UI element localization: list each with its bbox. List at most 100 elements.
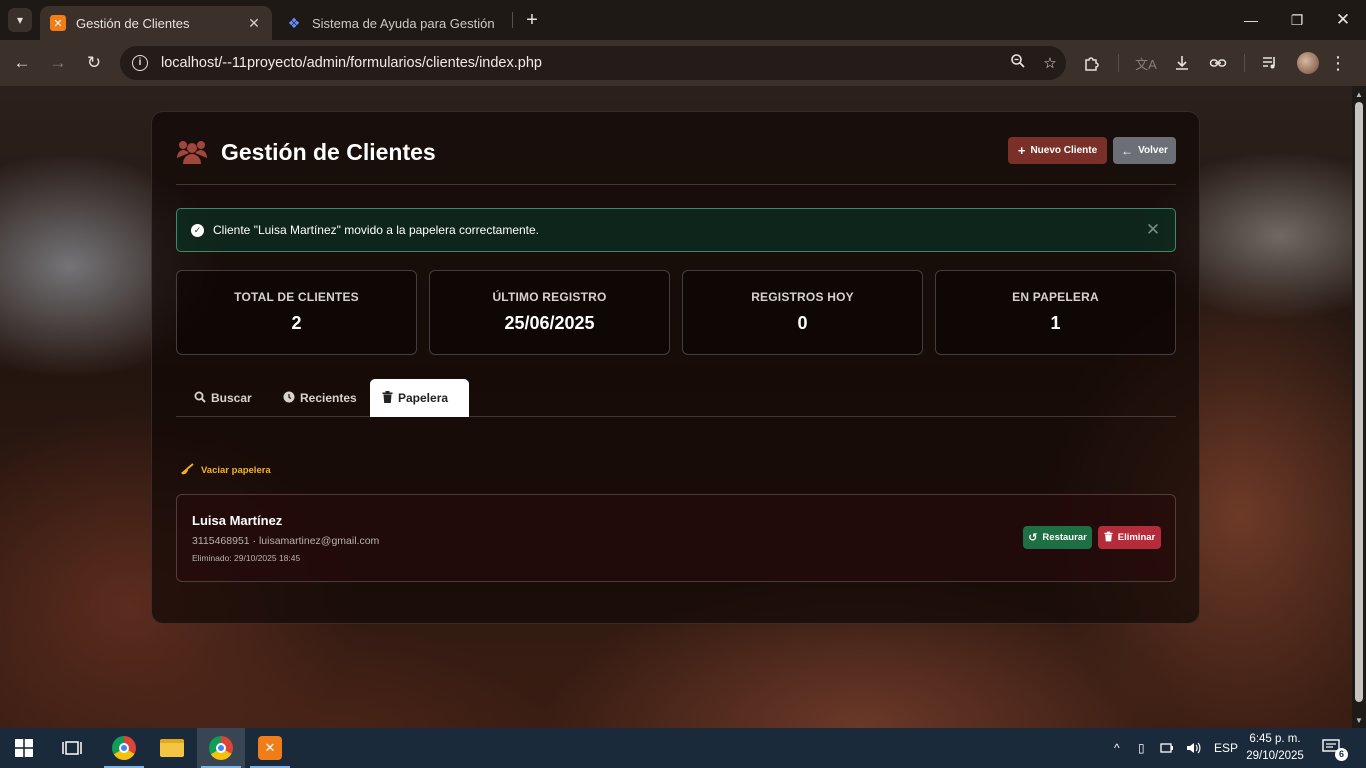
delete-label: Eliminar <box>1117 532 1156 543</box>
tab-label: Papelera <box>398 391 449 405</box>
tab-label: Buscar <box>211 391 252 405</box>
client-contact: 3115468951 · luisamartinez@gmail.com <box>192 535 380 547</box>
clock-date: 29/10/2025 <box>1246 750 1304 762</box>
scrollbar-thumb[interactable] <box>1355 102 1363 702</box>
stat-label: TOTAL DE CLIENTES <box>234 290 359 304</box>
url-text[interactable]: localhost/--11proyecto/admin/formularios… <box>161 55 1002 71</box>
scroll-down-icon[interactable]: ▼ <box>1355 716 1363 725</box>
check-circle-icon: ✓ <box>191 223 204 237</box>
users-icon <box>176 136 208 166</box>
empty-trash-label: Vaciar papelera <box>201 465 271 476</box>
broom-icon <box>180 463 194 478</box>
clock-time: 6:45 p. m. <box>1249 733 1301 745</box>
maximize-button[interactable]: ❐ <box>1274 0 1320 40</box>
page-scrollbar[interactable]: ▲ ▼ <box>1352 86 1366 728</box>
client-name: Luisa Martínez <box>192 513 283 528</box>
restore-label: Restaurar <box>1042 532 1087 543</box>
volume-icon[interactable] <box>1186 728 1202 768</box>
tab-sistema-ayuda[interactable]: ❖ Sistema de Ayuda para Gestión <box>276 6 506 40</box>
toolbar-divider <box>1244 54 1245 72</box>
restore-button[interactable]: ↺ Restaurar <box>1023 526 1092 549</box>
window-close-button[interactable]: ✕ <box>1320 0 1366 40</box>
app-icon: ❖ <box>287 14 301 31</box>
chrome-taskbar-icon[interactable] <box>100 728 148 768</box>
stat-card-last-record: ÚLTIMO REGISTRO 25/06/2025 <box>429 270 670 355</box>
stat-value: 25/06/2025 <box>504 313 595 333</box>
tab-title: Sistema de Ayuda para Gestión <box>312 15 495 31</box>
stat-value: 2 <box>291 313 302 333</box>
new-tab-button[interactable]: + <box>520 8 544 32</box>
stat-label: EN PAPELERA <box>1012 290 1099 304</box>
page-viewport: Gestión de Clientes + Nuevo Cliente ← Vo… <box>0 86 1352 728</box>
tab-gestion-clientes[interactable]: ✕ Gestión de Clientes ✕ <box>40 6 272 40</box>
download-icon[interactable] <box>1170 51 1194 75</box>
file-explorer-icon[interactable] <box>148 728 196 768</box>
close-icon[interactable]: ✕ <box>1145 220 1161 240</box>
close-icon[interactable]: ✕ <box>246 15 262 32</box>
page-title: Gestión de Clientes <box>221 139 436 165</box>
show-hidden-icons[interactable]: ^ <box>1114 728 1120 768</box>
notification-count: 6 <box>1335 748 1348 761</box>
deleted-date: Eliminado: 29/10/2025 18:45 <box>192 553 301 563</box>
success-alert: ✓ Cliente "Luisa Martínez" movido a la p… <box>176 208 1176 252</box>
scroll-up-icon[interactable]: ▲ <box>1355 90 1363 99</box>
back-icon[interactable]: ← <box>10 51 34 75</box>
forward-icon[interactable]: → <box>46 51 70 75</box>
tab-recent[interactable]: Recientes <box>271 379 369 417</box>
alert-message: Cliente "Luisa Martínez" movido a la pap… <box>213 223 540 237</box>
site-info-icon[interactable]: i <box>132 55 148 71</box>
trash-icon <box>382 390 393 406</box>
bookmark-star-icon[interactable]: ☆ <box>1034 54 1066 72</box>
start-button[interactable] <box>0 728 48 768</box>
language-indicator[interactable]: ESP <box>1214 728 1238 768</box>
reload-icon[interactable]: ↻ <box>82 51 106 75</box>
profile-avatar[interactable] <box>1297 52 1319 74</box>
system-clock[interactable]: 6:45 p. m. 29/10/2025 <box>1240 731 1310 765</box>
browser-menu-icon[interactable]: ⋮ <box>1326 51 1350 75</box>
clock-icon <box>283 391 295 406</box>
tab-trash[interactable]: Papelera <box>370 379 469 417</box>
trash-icon <box>1104 531 1113 545</box>
arrow-left-icon: ← <box>1121 143 1134 158</box>
stat-card-today: REGISTROS HOY 0 <box>682 270 923 355</box>
delete-button[interactable]: Eliminar <box>1098 526 1161 549</box>
windows-taskbar: ✕ ^ ▯ ESP 6:45 p. m. 29/10/2025 6 <box>0 728 1366 768</box>
xampp-taskbar-icon[interactable]: ✕ <box>246 728 294 768</box>
tab-search-button[interactable]: ▾ <box>8 8 32 32</box>
new-client-button[interactable]: + Nuevo Cliente <box>1008 137 1107 164</box>
stat-value: 0 <box>797 313 808 333</box>
chrome-active-taskbar-icon[interactable] <box>197 728 245 768</box>
tab-divider <box>512 12 513 28</box>
new-client-label: Nuevo Cliente <box>1030 145 1098 156</box>
zoom-icon[interactable] <box>1002 53 1034 73</box>
header-divider <box>176 184 1176 185</box>
tab-title: Gestión de Clientes <box>76 15 190 31</box>
back-label: Volver <box>1138 145 1168 156</box>
undo-icon: ↺ <box>1028 532 1038 544</box>
network-icon[interactable] <box>1160 728 1176 768</box>
plus-icon: + <box>1017 143 1026 158</box>
media-control-icon[interactable] <box>1258 51 1282 75</box>
stat-card-total: TOTAL DE CLIENTES 2 <box>176 270 417 355</box>
search-icon <box>194 391 206 406</box>
address-bar[interactable]: i localhost/--11proyecto/admin/formulari… <box>120 46 1066 80</box>
translate-icon[interactable]: 文A <box>1134 51 1158 75</box>
trash-list-item: Luisa Martínez 3115468951 · luisamartine… <box>176 494 1176 582</box>
stat-value: 1 <box>1050 313 1061 333</box>
xampp-icon: ✕ <box>50 15 66 31</box>
stat-label: REGISTROS HOY <box>751 290 854 304</box>
extensions-icon[interactable] <box>1080 51 1104 75</box>
tablet-icon[interactable]: ▯ <box>1138 728 1145 768</box>
minimize-button[interactable]: — <box>1228 0 1274 40</box>
task-view-icon[interactable] <box>48 728 96 768</box>
tab-search[interactable]: Buscar <box>182 379 264 417</box>
tab-label: Recientes <box>300 391 357 405</box>
browser-tab-bar: ▾ ✕ Gestión de Clientes ✕ ❖ Sistema de A… <box>0 0 1366 40</box>
tabs-divider <box>176 416 1176 417</box>
browser-toolbar: ← → ↻ i localhost/--11proyecto/admin/for… <box>0 40 1366 86</box>
link-icon[interactable] <box>1206 51 1230 75</box>
notification-center[interactable]: 6 <box>1322 739 1348 761</box>
clients-panel: Gestión de Clientes + Nuevo Cliente ← Vo… <box>151 111 1200 624</box>
empty-trash-button[interactable]: Vaciar papelera <box>180 463 271 478</box>
back-button[interactable]: ← Volver <box>1113 137 1176 164</box>
